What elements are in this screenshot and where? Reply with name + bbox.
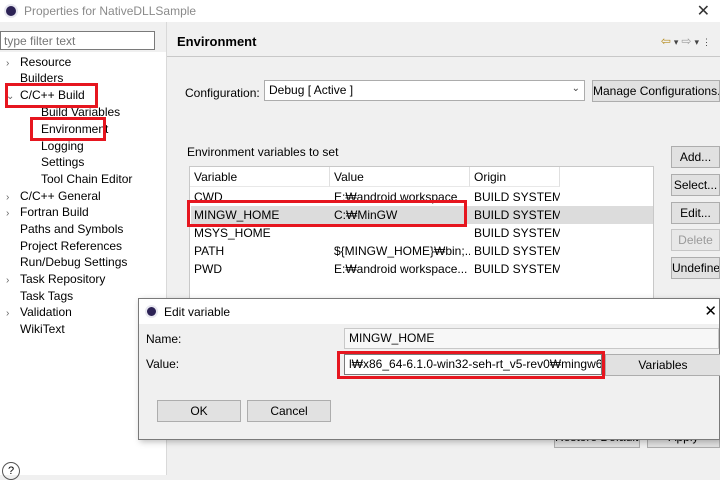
chevron-right-icon[interactable]: › [6, 56, 20, 72]
column-header-origin[interactable]: Origin [470, 167, 560, 187]
edit-button[interactable]: Edit... [671, 202, 720, 224]
configuration-select[interactable]: Debug [ Active ] ⌄ [264, 80, 585, 101]
tree-item-fortran-build[interactable]: › Fortran Build [6, 204, 89, 220]
highlight-box [5, 83, 98, 108]
tree-item-run-debug-settings[interactable]: Run/Debug Settings [20, 254, 127, 270]
tree-item-project-references[interactable]: Project References [20, 238, 122, 254]
highlight-box [337, 351, 605, 379]
table-row-variable[interactable]: PATH [190, 242, 330, 260]
table-row-origin[interactable]: BUILD SYSTEM [470, 224, 560, 242]
table-row-value[interactable]: ${MINGW_HOME}₩bin;... [330, 242, 470, 260]
dialog-titlebar: Edit variable ✕ [139, 299, 719, 324]
menu-icon[interactable]: ⋮ [702, 37, 714, 47]
tree-item-resource[interactable]: › Resource [6, 54, 71, 70]
value-label: Value: [146, 357, 180, 371]
manage-configurations-button[interactable]: Manage Configurations... [592, 80, 720, 102]
undefine-button[interactable]: Undefine [671, 257, 720, 279]
tree-item-cpp-general[interactable]: › C/C++ General [6, 188, 101, 204]
tree-item-task-repository[interactable]: › Task Repository [6, 271, 105, 287]
forward-arrow-icon[interactable]: ⇨ [681, 34, 694, 48]
column-header-value[interactable]: Value [330, 167, 470, 187]
window-titlebar: Properties for NativeDLLSample ✕ [0, 0, 720, 22]
highlight-box [30, 117, 106, 141]
variables-button[interactable]: Variables [605, 354, 720, 376]
tree-item-task-tags[interactable]: Task Tags [20, 288, 73, 304]
chevron-down-icon: ⌄ [571, 83, 580, 94]
table-row-origin[interactable]: BUILD SYSTEM [470, 188, 560, 206]
delete-button[interactable]: Delete [671, 229, 720, 251]
close-icon[interactable]: ✕ [704, 302, 717, 320]
column-header-variable[interactable]: Variable [190, 167, 330, 187]
eclipse-icon [145, 305, 158, 318]
nav-controls: ⇦▾⇨▾⋮ [661, 34, 714, 48]
tree-item-settings[interactable]: Settings [41, 154, 84, 170]
eclipse-icon [4, 4, 18, 18]
table-row-variable[interactable]: PWD [190, 260, 330, 278]
add-button[interactable]: Add... [671, 146, 720, 168]
table-row-origin[interactable]: BUILD SYSTEM [470, 260, 560, 278]
table-row-origin[interactable]: BUILD SYSTEM [470, 206, 560, 224]
page-title: Environment [177, 34, 257, 49]
chevron-right-icon[interactable]: › [6, 206, 20, 222]
divider [167, 56, 720, 57]
tree-item-paths-and-symbols[interactable]: Paths and Symbols [20, 221, 123, 237]
env-vars-label: Environment variables to set [187, 145, 339, 159]
back-arrow-icon[interactable]: ⇦ [661, 34, 674, 48]
chevron-right-icon[interactable]: › [6, 273, 20, 289]
help-icon[interactable]: ? [2, 462, 20, 480]
chevron-down-icon[interactable]: ▾ [694, 37, 702, 47]
name-field[interactable]: MINGW_HOME [344, 328, 719, 349]
close-icon[interactable]: ✕ [697, 1, 710, 21]
table-row-origin[interactable]: BUILD SYSTEM [470, 242, 560, 260]
chevron-right-icon[interactable]: › [6, 306, 20, 322]
dialog-title: Edit variable [164, 305, 231, 319]
window-title: Properties for NativeDLLSample [24, 4, 197, 18]
select-button[interactable]: Select... [671, 174, 720, 196]
tree-item-validation[interactable]: › Validation [6, 304, 72, 320]
highlight-box [187, 200, 467, 227]
ok-button[interactable]: OK [157, 400, 241, 422]
configuration-label: Configuration: [185, 86, 260, 100]
filter-input[interactable] [0, 31, 155, 50]
cancel-button[interactable]: Cancel [247, 400, 331, 422]
name-label: Name: [146, 332, 182, 346]
table-row-value[interactable]: E:₩android workspace... [330, 260, 470, 278]
tree-item-wikitext[interactable]: WikiText [20, 321, 65, 337]
tree-item-tool-chain-editor[interactable]: Tool Chain Editor [41, 171, 132, 187]
